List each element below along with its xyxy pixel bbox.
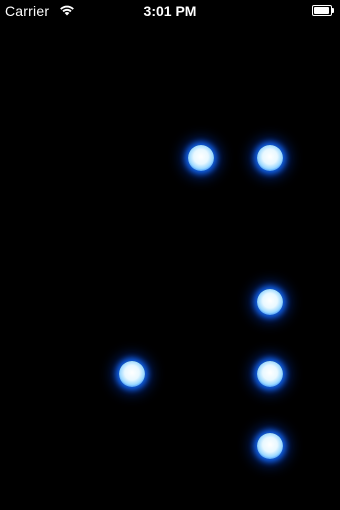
glowing-dot[interactable] <box>119 361 145 387</box>
app-screen: Carrier 3:01 PM <box>0 0 340 510</box>
glowing-dot[interactable] <box>257 433 283 459</box>
battery-icon <box>312 5 334 16</box>
status-time: 3:01 PM <box>143 3 197 19</box>
dot-grid[interactable] <box>0 22 340 510</box>
glowing-dot[interactable] <box>257 145 283 171</box>
status-bar: Carrier 3:01 PM <box>0 0 340 22</box>
glowing-dot[interactable] <box>257 361 283 387</box>
glowing-dot[interactable] <box>188 145 214 171</box>
glowing-dot[interactable] <box>257 289 283 315</box>
